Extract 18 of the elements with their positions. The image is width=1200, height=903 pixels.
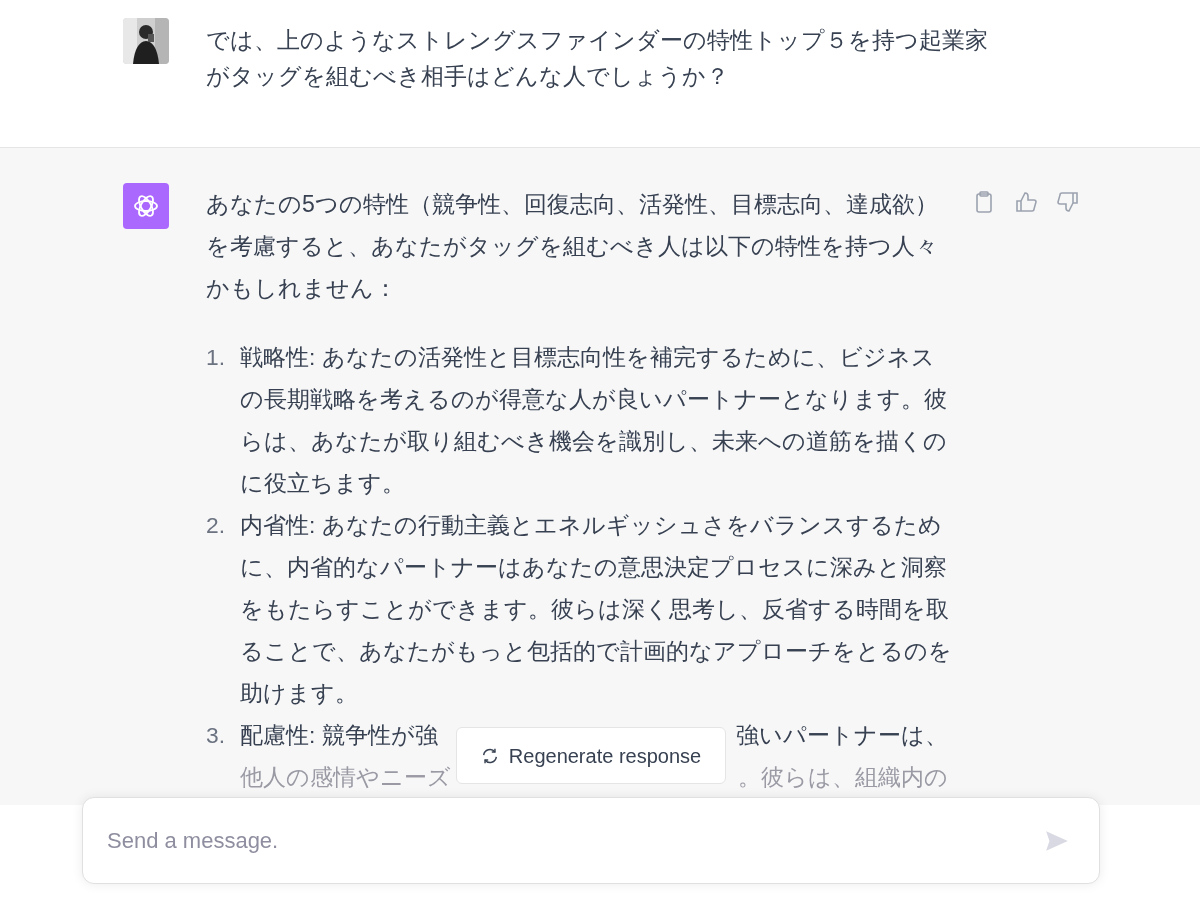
list-item-text: 他人の感情やニーズ xyxy=(240,763,451,792)
list-item-text: 配慮性: 競争性が強 xyxy=(240,721,438,750)
list-item-text: 戦略性: あなたの活発性と目標志向性を補完するために、ビジネスの長期戦略を考えるのが得意な人が良いパートナーとなります。彼らは、あなたが取り組むべき機会を識別し、未来への道筋を描くのに役立ちます。 xyxy=(240,343,948,498)
list-item-text: 内省性: あなたの行動主義とエネルギッシュさをバランスするために、内省的なパートナーはあなたの意思決定プロセスに深みと洞察をもたらすことができます。彼らは深く思考し、反省する時間を取ることで、あなたがもっと包括的で計画的なアプローチをとるのを助けます。 xyxy=(240,511,953,708)
regenerate-button[interactable]: Regenerate response xyxy=(456,727,726,784)
message-input[interactable]: Send a message. xyxy=(82,797,1100,884)
assistant-message: あなたの5つの特性（競争性、回復志向、活発性、目標志向、達成欲）を考慮すると、あなたがタッグを組むべき人は以下の特性を持つ人々かもしれません： xyxy=(206,190,939,303)
list-item-text: 強いパートナーは、 xyxy=(736,721,948,750)
list-number: 3. xyxy=(206,721,226,750)
assistant-logo-icon xyxy=(123,183,169,229)
send-icon[interactable] xyxy=(1044,828,1070,854)
thumbs-up-icon[interactable] xyxy=(1014,190,1038,214)
list-number: 1. xyxy=(206,343,226,372)
list-item-text: 。彼らは、組織内の xyxy=(738,763,948,792)
refresh-icon xyxy=(480,746,499,765)
list-number: 2. xyxy=(206,511,226,540)
thumbs-down-icon[interactable] xyxy=(1056,190,1080,214)
user-message: では、上のようなストレングスファインダーの特性トップ５を持つ起業家がタッグを組むべき相手はどんな人でしょうか？ xyxy=(206,26,989,91)
